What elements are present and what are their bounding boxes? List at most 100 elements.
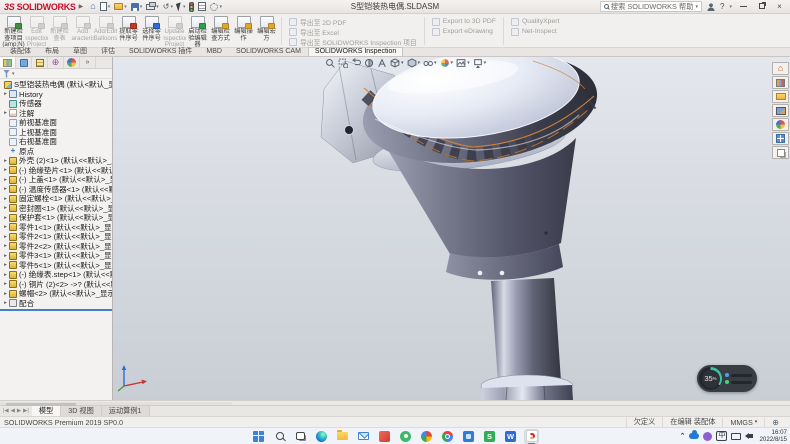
- tab-MBD[interactable]: MBD: [199, 47, 229, 56]
- network-icon[interactable]: [731, 433, 741, 440]
- expander-icon[interactable]: ▸: [2, 281, 9, 287]
- dropdown-icon[interactable]: ▾: [140, 4, 143, 10]
- expander-icon[interactable]: ▸: [2, 300, 9, 306]
- taskpane-tab-solidworks-forum[interactable]: [772, 146, 789, 159]
- taskpane-tab-appearances-scenes[interactable]: [772, 118, 789, 131]
- panel-tab-propertymanager[interactable]: [16, 57, 32, 68]
- doc-scroll-prev-button[interactable]: ◀: [11, 408, 15, 414]
- taskpane-tab-design-library[interactable]: [772, 76, 789, 89]
- login-icon[interactable]: [707, 3, 715, 11]
- dropdown-icon[interactable]: ▾: [170, 4, 173, 10]
- dropdown-icon[interactable]: ▾: [156, 4, 159, 10]
- panel-tab-displaymanager[interactable]: [64, 57, 80, 68]
- color-wheel-app-button[interactable]: [419, 429, 434, 444]
- search-input[interactable]: 搜索 SOLIDWORKS 帮助 ▾: [600, 1, 702, 12]
- status-item-3[interactable]: MMGS▾: [722, 418, 764, 427]
- expander-icon[interactable]: ▸: [2, 291, 9, 297]
- tree-item-9[interactable]: ▸外壳 (2)<1> (默认<<默认>_显示状: [0, 156, 112, 166]
- section-view-button[interactable]: [364, 58, 374, 68]
- file-properties-button[interactable]: [198, 1, 206, 13]
- doc-tab-3D 视图[interactable]: 3D 视图: [61, 406, 102, 416]
- ribbon-button-10[interactable]: 编辑检查方式: [209, 15, 232, 47]
- tree-item-14[interactable]: ▸密封圈<1> (默认<<默认>_显示状: [0, 204, 112, 214]
- tree-item-8[interactable]: +原点: [0, 147, 112, 157]
- dropdown-icon[interactable]: ▾: [484, 60, 487, 66]
- tree-item-7[interactable]: 右视基准面: [0, 137, 112, 147]
- help-button[interactable]: ?: [720, 2, 724, 11]
- rebuild-button[interactable]: [189, 1, 194, 13]
- dropdown-icon[interactable]: ▾: [434, 60, 437, 66]
- tree-item-17[interactable]: ▸零件2<1> (默认<<默认>_显示状态: [0, 232, 112, 242]
- filter-dropdown-icon[interactable]: ▾: [12, 71, 15, 77]
- tab-SOLIDWORKS 插件[interactable]: SOLIDWORKS 插件: [122, 47, 199, 56]
- tree-item-16[interactable]: ▸零件1<1> (默认<<默认>_显示状态: [0, 223, 112, 233]
- solidworks-app-button[interactable]: [524, 429, 539, 444]
- dropdown-icon[interactable]: ▾: [467, 60, 470, 66]
- tree-item-4[interactable]: ▸注解: [0, 109, 112, 119]
- expander-icon[interactable]: ▸: [2, 177, 9, 183]
- search-dropdown-icon[interactable]: ▾: [696, 4, 699, 10]
- annotation-views-button[interactable]: [377, 58, 387, 68]
- doc-scroll-first-button[interactable]: |◀: [3, 408, 9, 414]
- status-globe-icon[interactable]: ⊕: [764, 418, 786, 427]
- panel-tab-featuremanager-tree[interactable]: [0, 57, 16, 68]
- expander-icon[interactable]: ▸: [2, 196, 9, 202]
- tree-item-11[interactable]: ▸(-) 上盖<1> (默认<<默认>_显示状: [0, 175, 112, 185]
- taskpane-tab-file-explorer[interactable]: [772, 90, 789, 103]
- tree-item-24[interactable]: ▸配合: [0, 299, 112, 309]
- blue-app-button[interactable]: [461, 429, 476, 444]
- tree-item-13[interactable]: ▸固定螺栓<1> (默认<<默认>_显示: [0, 194, 112, 204]
- zoom-area-button[interactable]: [338, 58, 348, 68]
- ribbon-button-7[interactable]: 选择零件序号: [140, 15, 163, 47]
- expander-icon[interactable]: ▸: [2, 262, 9, 268]
- tree-item-23[interactable]: ▸螺帽<2> (默认<<默认>_显示状态: [0, 289, 112, 299]
- thermocouple-3d-model[interactable]: [113, 57, 790, 400]
- tab-布局[interactable]: 布局: [38, 47, 66, 56]
- expander-icon[interactable]: ▸: [2, 215, 9, 221]
- onedrive-icon[interactable]: [689, 433, 699, 439]
- scrollbar-track[interactable]: [0, 402, 232, 405]
- red-app-button[interactable]: [377, 429, 392, 444]
- expander-icon[interactable]: ▸: [2, 224, 9, 230]
- zoom-fit-button[interactable]: [325, 58, 335, 68]
- tree-item-21[interactable]: ▸(-) 绝缘表.step<1> (默认<<默认>: [0, 270, 112, 280]
- hide-show-items-button[interactable]: ▾: [423, 58, 437, 68]
- help-dropdown-icon[interactable]: ▾: [729, 4, 732, 10]
- doc-tab-模型[interactable]: 模型: [32, 406, 61, 416]
- select-button[interactable]: ▾: [177, 1, 186, 13]
- hidden-icons-chevron[interactable]: ⌃: [680, 432, 686, 440]
- save-button[interactable]: ▾: [131, 1, 143, 13]
- volume-icon[interactable]: [749, 434, 753, 438]
- wps-app-button[interactable]: W: [503, 429, 518, 444]
- previous-view-button[interactable]: [351, 58, 361, 68]
- menu-expand-arrow-icon[interactable]: ▶: [79, 3, 84, 10]
- taskpane-tab-custom-properties[interactable]: [772, 132, 789, 145]
- tree-item-2[interactable]: ▸History: [0, 90, 112, 100]
- tree-horizontal-scrollbar[interactable]: [0, 400, 790, 405]
- undo-button[interactable]: ↺▾: [163, 1, 173, 13]
- tree-item-18[interactable]: ▸零件2<2> (默认<<默认>_显示状态: [0, 242, 112, 252]
- view-orientation-button[interactable]: ▾: [390, 58, 404, 68]
- tab-SOLIDWORKS CAM[interactable]: SOLIDWORKS CAM: [229, 47, 308, 56]
- tree-item-15[interactable]: ▸保护套<1> (默认<<默认>_显示状: [0, 213, 112, 223]
- close-button[interactable]: ×: [773, 2, 786, 12]
- scrollbar-thumb[interactable]: [6, 403, 76, 406]
- doc-scroll-last-button[interactable]: ▶|: [23, 408, 29, 414]
- ribbon-button-12[interactable]: 编辑宏方: [255, 15, 278, 47]
- taskbar-clock[interactable]: 16:07 2022/8/15: [759, 429, 787, 443]
- tree-filter[interactable]: ▾: [0, 69, 112, 79]
- battery-overlay-widget[interactable]: 35%: [697, 365, 757, 392]
- options-button[interactable]: ▾: [210, 1, 222, 13]
- tree-item-20[interactable]: ▸零件5<1> (默认<<默认>_显示状态: [0, 261, 112, 271]
- expander-icon[interactable]: ▸: [2, 91, 9, 97]
- ribbon-button-1[interactable]: 新建检查项目(amp;N): [2, 15, 25, 47]
- expander-icon[interactable]: ▸: [2, 110, 9, 116]
- expander-icon[interactable]: ▸: [2, 158, 9, 164]
- dropdown-icon[interactable]: ▾: [219, 4, 222, 10]
- tab-草图[interactable]: 草图: [66, 47, 94, 56]
- purple-status-icon[interactable]: [703, 432, 712, 441]
- green-app-button[interactable]: [398, 429, 413, 444]
- start-button[interactable]: [251, 429, 266, 444]
- tab-SOLIDWORKS Inspection[interactable]: SOLIDWORKS Inspection: [308, 47, 403, 56]
- taskpane-tab-solidworks-resources[interactable]: ⌂: [772, 62, 789, 75]
